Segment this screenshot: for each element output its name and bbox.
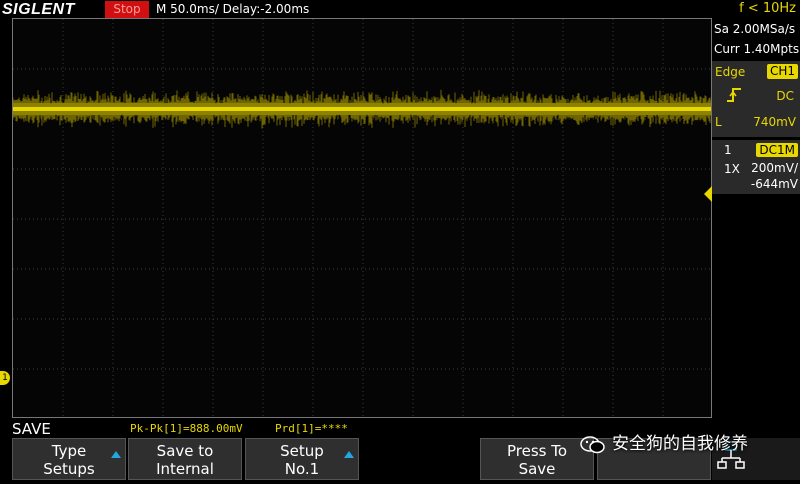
softkey-value: No.1 — [284, 460, 320, 478]
channel1-ground-marker[interactable]: 1 — [0, 371, 10, 385]
trigger-mode: Edge — [715, 65, 746, 79]
up-arrow-icon — [111, 451, 121, 458]
graticule — [13, 19, 711, 417]
softkey-label: Type — [51, 442, 87, 460]
rising-edge-icon — [727, 88, 741, 102]
wechat-icon — [580, 436, 605, 454]
vertical-offset: -644mV — [750, 177, 798, 191]
trigger-panel[interactable]: Edge CH1 DC L 740mV — [712, 61, 800, 137]
softkey-value: Internal — [156, 460, 214, 478]
sample-rate: Sa 2.00MSa/s — [714, 22, 796, 36]
watermark-text: 安全狗的自我修养 — [612, 434, 748, 454]
vertical-scale: 200mV/ — [751, 161, 798, 175]
softkey-value: Save — [518, 460, 556, 478]
trigger-level-label: L — [715, 115, 722, 129]
softkey-label: Setup — [280, 442, 324, 460]
measurement-period: Prd[1]=**** — [275, 422, 348, 435]
softkey-label: Save to — [156, 442, 214, 460]
measurement-pk-pk: Pk-Pk[1]=888.00mV — [130, 422, 243, 435]
probe-attenuation: 1X — [724, 162, 740, 176]
frequency-counter: f < 10Hz — [739, 1, 796, 16]
siglent-logo: SIGLENT — [2, 1, 75, 18]
softkey-label: Press To — [506, 442, 568, 460]
timebase-readout[interactable]: M 50.0ms/ Delay:-2.00ms — [156, 1, 309, 18]
trigger-level-arrow-icon[interactable] — [704, 186, 712, 202]
softkey-press-to-save[interactable]: Press To Save — [480, 438, 594, 480]
channel1-panel[interactable]: 1 DC1M 1X 200mV/ -644mV — [712, 140, 800, 194]
run-stop-status[interactable]: Stop — [105, 1, 149, 18]
memory-depth: Curr 1.40Mpts — [714, 42, 800, 56]
waveform-trace-ch1 — [13, 107, 711, 111]
softkey-value: Setups — [43, 460, 95, 478]
softkey-save-to-internal[interactable]: Save to Internal — [128, 438, 242, 480]
menu-title: SAVE — [12, 420, 51, 438]
trigger-level-value: 740mV — [753, 115, 796, 129]
waveform-display[interactable] — [12, 18, 712, 418]
up-arrow-icon — [344, 451, 354, 458]
softkey-setup-number[interactable]: Setup No.1 — [245, 438, 359, 480]
softkey-type-setups[interactable]: Type Setups — [12, 438, 126, 480]
trigger-source-badge: CH1 — [766, 64, 798, 79]
trigger-coupling: DC — [776, 89, 794, 103]
channel-number: 1 — [724, 143, 732, 157]
channel-coupling-badge: DC1M — [756, 143, 798, 157]
